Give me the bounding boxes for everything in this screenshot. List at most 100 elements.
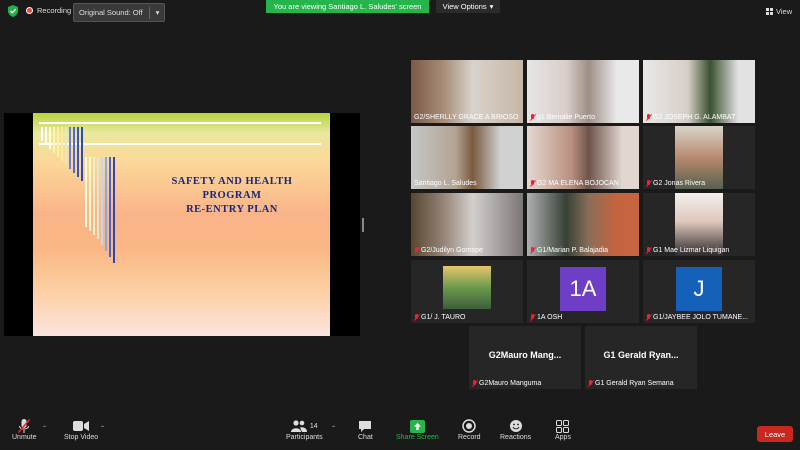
- apps-label: Apps: [555, 434, 571, 441]
- unmute-label: Unmute: [12, 434, 37, 441]
- original-sound-toggle[interactable]: Original Sound: Off ▾: [73, 3, 166, 22]
- participant-name: g1 Bernalie Puerto: [530, 114, 595, 121]
- divider: [148, 6, 150, 19]
- record-label: Record: [458, 434, 481, 441]
- participant-name: G1/JAYBEE JOLO TUMANE...: [646, 314, 748, 321]
- participants-button[interactable]: 14 Participants: [286, 418, 323, 441]
- slide-bar: [105, 157, 107, 251]
- participant-name: Santiago L. Saludes: [414, 180, 477, 187]
- share-screen-button[interactable]: Share Screen: [396, 418, 439, 441]
- security-shield-icon[interactable]: [7, 5, 19, 17]
- muted-mic-icon: [530, 114, 535, 121]
- participant-name: G1/ J. TAURO: [414, 314, 465, 321]
- slide-bar: [41, 127, 43, 141]
- slide-title-line: RE-ENTRY PLAN: [186, 204, 278, 215]
- slide-bar: [61, 127, 63, 161]
- participant-tile[interactable]: J G1/JAYBEE JOLO TUMANE...: [643, 260, 755, 323]
- muted-microphone-icon: [17, 418, 31, 434]
- participant-display-name: G2Mauro Mang...: [488, 350, 562, 360]
- leave-button[interactable]: Leave: [757, 426, 793, 442]
- slide-bar: [97, 157, 99, 239]
- muted-mic-icon: [588, 380, 593, 387]
- chevron-up-icon[interactable]: ⌃: [42, 425, 47, 432]
- participant-tile[interactable]: G2Mauro Mang... G2Mauro Manguma: [469, 326, 581, 389]
- view-button[interactable]: View: [766, 7, 792, 16]
- slide-bar: [93, 157, 95, 235]
- participants-icon: 14: [290, 418, 318, 434]
- grid-view-icon: [766, 8, 773, 15]
- muted-mic-icon: [646, 180, 651, 187]
- initials-avatar: J: [676, 267, 722, 311]
- participant-name: 1A OSH: [530, 314, 562, 321]
- participants-count: 14: [309, 422, 318, 430]
- slide-bar: [53, 127, 55, 153]
- chevron-up-icon[interactable]: ⌃: [100, 425, 105, 432]
- meeting-toolbar: Unmute ⌃ Stop Video ⌃ 14 Participants ⌃ …: [0, 416, 800, 450]
- participant-name: G2/Judilyn Gorospe: [414, 247, 483, 254]
- initials-avatar: 1A: [560, 267, 606, 311]
- presentation-slide: SAFETY AND HEALTH PROGRAM RE-ENTRY PLAN: [33, 113, 330, 336]
- record-button[interactable]: Record: [458, 418, 481, 441]
- participant-tile[interactable]: G2/Judilyn Gorospe: [411, 193, 523, 256]
- share-screen-label: Share Screen: [396, 434, 439, 441]
- participant-name: G2 JOSEPH G. ALAMBAT: [646, 114, 735, 121]
- participant-tile[interactable]: G2 JOSEPH G. ALAMBAT: [643, 60, 755, 123]
- shared-screen[interactable]: SAFETY AND HEALTH PROGRAM RE-ENTRY PLAN: [4, 113, 360, 336]
- participant-tile[interactable]: G2 Jonas Rivera: [643, 126, 755, 189]
- participant-tile[interactable]: G2/SHERLLY GRACE A BRIOSO: [411, 60, 523, 123]
- stop-video-button[interactable]: Stop Video: [64, 418, 98, 441]
- slide-bar: [101, 157, 103, 245]
- slide-bar: [49, 127, 51, 149]
- record-icon: [462, 418, 477, 434]
- slide-bar: [69, 127, 71, 169]
- chat-bubble-icon: [358, 418, 372, 434]
- participant-tile[interactable]: G1/Marian P. Balajadia: [527, 193, 639, 256]
- apps-button[interactable]: Apps: [555, 418, 571, 441]
- split-view-handle[interactable]: [362, 218, 364, 232]
- slide-bar: [113, 157, 115, 263]
- reactions-button[interactable]: Reactions: [500, 418, 531, 441]
- smiley-icon: [509, 418, 523, 434]
- participant-tile[interactable]: G1/ J. TAURO: [411, 260, 523, 323]
- chevron-down-icon[interactable]: ▾: [156, 8, 160, 17]
- slide-bar: [73, 127, 75, 173]
- slide-title: SAFETY AND HEALTH PROGRAM RE-ENTRY PLAN: [132, 175, 332, 217]
- muted-mic-icon: [414, 247, 419, 254]
- view-label: View: [776, 7, 793, 16]
- slide-title-line: PROGRAM: [202, 190, 262, 201]
- chat-label: Chat: [358, 434, 373, 441]
- muted-mic-icon: [530, 180, 535, 187]
- slide-bar: [65, 127, 67, 165]
- participant-tile[interactable]: 1A 1A OSH: [527, 260, 639, 323]
- unmute-button[interactable]: Unmute: [12, 418, 37, 441]
- recording-indicator[interactable]: Recording: [26, 6, 71, 15]
- participant-display-name: G1 Gerald Ryan...: [603, 350, 679, 360]
- chevron-down-icon: ▾: [489, 2, 494, 11]
- participant-name: G1/Marian P. Balajadia: [530, 247, 608, 254]
- apps-icon: [556, 418, 570, 434]
- view-options-button[interactable]: View Options ▾: [436, 0, 500, 13]
- participant-name: G2Mauro Manguma: [472, 380, 541, 387]
- slide-bar: [45, 127, 47, 145]
- participants-label: Participants: [286, 434, 323, 441]
- muted-mic-icon: [646, 247, 651, 254]
- slide-bar: [85, 157, 87, 227]
- muted-mic-icon: [646, 114, 651, 121]
- reactions-label: Reactions: [500, 434, 532, 441]
- chevron-up-icon[interactable]: ⌃: [331, 425, 336, 432]
- participant-name: G1 Gerald Ryan Semana: [588, 380, 674, 387]
- viewing-screen-banner: You are viewing Santiago L. Saludes' scr…: [266, 0, 429, 13]
- participant-tile[interactable]: G2 MA ELENA BOJOCAN: [527, 126, 639, 189]
- slide-bar: [77, 127, 79, 177]
- participant-name: G1 Mae Lizmar Liquigan: [646, 247, 729, 254]
- chat-button[interactable]: Chat: [358, 418, 373, 441]
- participant-name: G2/SHERLLY GRACE A BRIOSO: [414, 114, 519, 121]
- participant-tile[interactable]: g1 Bernalie Puerto: [527, 60, 639, 123]
- stop-video-label: Stop Video: [64, 434, 99, 441]
- participant-tile[interactable]: G1 Mae Lizmar Liquigan: [643, 193, 755, 256]
- participant-tile[interactable]: G1 Gerald Ryan... G1 Gerald Ryan Semana: [585, 326, 697, 389]
- recording-label: Recording: [37, 6, 72, 15]
- slide-bar: [109, 157, 111, 257]
- participant-tile-active-speaker[interactable]: Santiago L. Saludes: [411, 126, 523, 189]
- participant-name: G2 MA ELENA BOJOCAN: [530, 180, 619, 187]
